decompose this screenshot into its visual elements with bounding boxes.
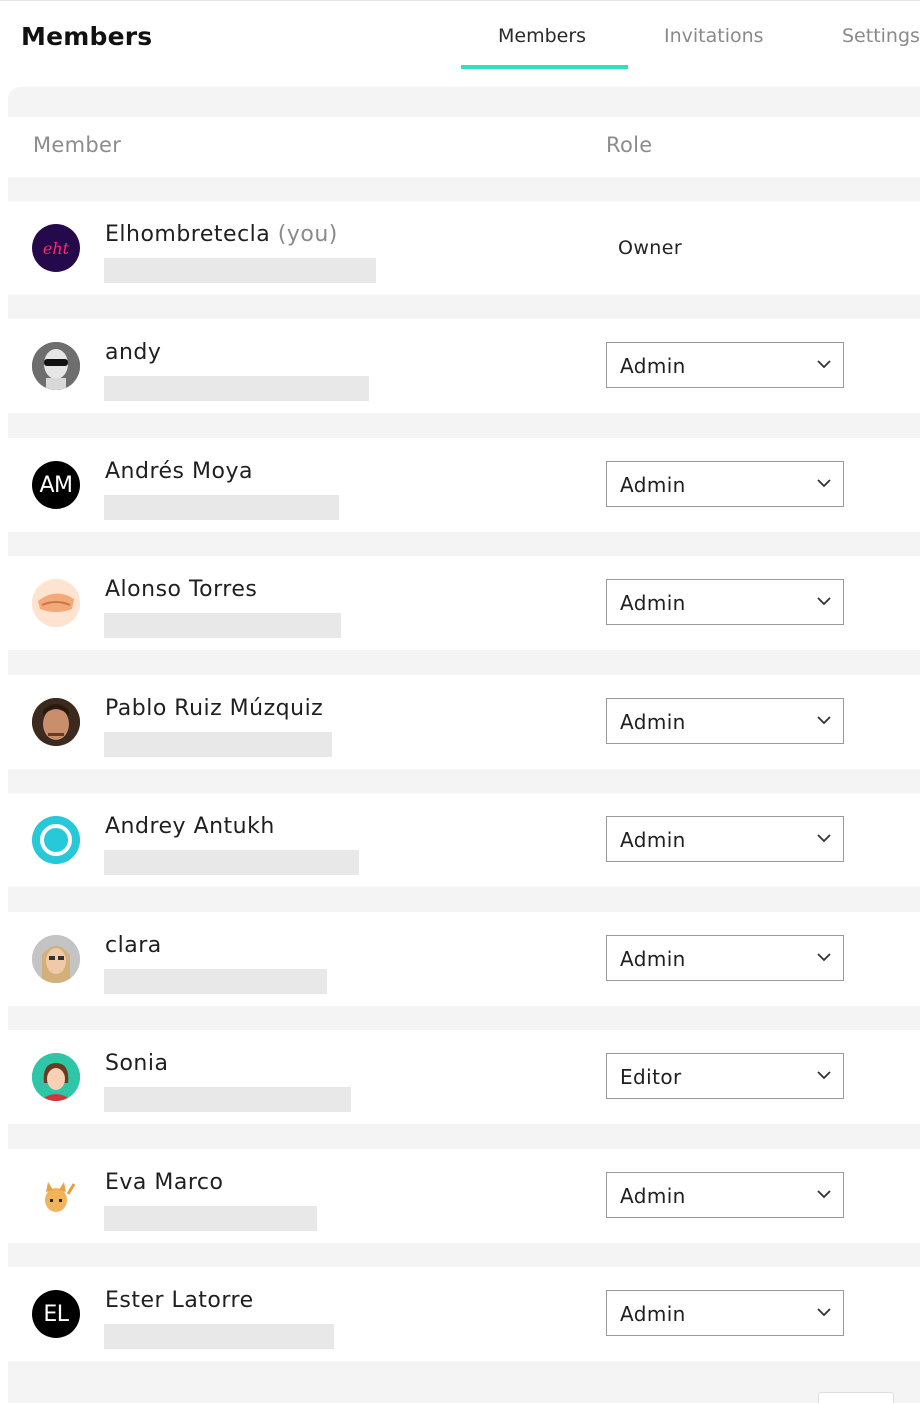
table-row: Pablo Ruiz Múzquiz Admin — [8, 675, 920, 769]
page-title: Members — [21, 22, 153, 51]
chevron-down-icon — [817, 1071, 831, 1080]
table-row: andy Admin — [8, 319, 920, 413]
role-select[interactable]: Admin — [606, 461, 844, 507]
role-select-value: Admin — [620, 828, 686, 852]
member-avatar: eht — [32, 224, 80, 272]
role-select[interactable]: Admin — [606, 816, 844, 862]
partial-element — [818, 1392, 894, 1403]
email-placeholder — [104, 495, 339, 520]
member-name: Andrey Antukh — [105, 814, 275, 839]
member-name: Andrés Moya — [105, 459, 253, 484]
member-avatar: AM — [32, 461, 80, 509]
role-select[interactable]: Admin — [606, 935, 844, 981]
member-name: Elhombretecla (you) — [105, 222, 338, 247]
chevron-down-icon — [817, 479, 831, 488]
active-tab-indicator — [461, 65, 628, 69]
role-select[interactable]: Admin — [606, 342, 844, 388]
member-name: Alonso Torres — [105, 577, 258, 602]
table-row: eht Elhombretecla (you) Owner — [8, 201, 920, 295]
role-select-value: Admin — [620, 354, 686, 378]
tab-members[interactable]: Members — [498, 25, 586, 47]
table-row: EL Ester Latorre Admin — [8, 1267, 920, 1361]
chevron-down-icon — [817, 360, 831, 369]
role-select-value: Admin — [620, 473, 686, 497]
email-placeholder — [104, 1206, 317, 1231]
members-table: Member Role eht Elhombretecla (you) Owne… — [8, 87, 920, 1403]
member-avatar — [32, 579, 80, 627]
member-avatar: EL — [32, 1290, 80, 1338]
chevron-down-icon — [817, 953, 831, 962]
role-select-value: Admin — [620, 1302, 686, 1326]
role-select-value: Admin — [620, 1184, 686, 1208]
table-row: Alonso Torres Admin — [8, 556, 920, 650]
member-avatar — [32, 935, 80, 983]
role-select[interactable]: Admin — [606, 579, 844, 625]
table-row: clara Admin — [8, 912, 920, 1006]
chevron-down-icon — [817, 716, 831, 725]
chevron-down-icon — [817, 1308, 831, 1317]
svg-text:eht: eht — [43, 239, 70, 258]
email-placeholder — [104, 850, 359, 875]
chevron-down-icon — [817, 597, 831, 606]
member-avatar — [32, 1053, 80, 1101]
chevron-down-icon — [817, 1190, 831, 1199]
member-avatar — [32, 816, 80, 864]
email-placeholder — [104, 376, 369, 401]
member-avatar — [32, 1172, 80, 1220]
email-placeholder — [104, 732, 332, 757]
email-placeholder — [104, 969, 327, 994]
top-divider — [0, 0, 920, 1]
email-placeholder — [104, 1324, 334, 1349]
column-header-role: Role — [606, 133, 653, 157]
member-avatar — [32, 342, 80, 390]
role-select-value: Admin — [620, 591, 686, 615]
role-select-value: Editor — [620, 1065, 682, 1089]
member-avatar — [32, 698, 80, 746]
role-label: Owner — [618, 237, 683, 259]
chevron-down-icon — [817, 834, 831, 843]
role-select[interactable]: Admin — [606, 1172, 844, 1218]
member-name: Eva Marco — [105, 1170, 224, 1195]
role-select[interactable]: Editor — [606, 1053, 844, 1099]
you-label: (you) — [277, 222, 338, 247]
tab-invitations[interactable]: Invitations — [664, 25, 764, 47]
table-row: Eva Marco Admin — [8, 1149, 920, 1243]
member-name: Ester Latorre — [105, 1288, 254, 1313]
table-row: Andrey Antukh Admin — [8, 793, 920, 887]
email-placeholder — [104, 1087, 351, 1112]
role-select[interactable]: Admin — [606, 698, 844, 744]
table-row: AM Andrés Moya Admin — [8, 438, 920, 532]
table-row: Sonia Editor — [8, 1030, 920, 1124]
role-select[interactable]: Admin — [606, 1290, 844, 1336]
role-select-value: Admin — [620, 947, 686, 971]
tab-settings[interactable]: Settings — [842, 25, 920, 47]
email-placeholder — [104, 258, 376, 283]
email-placeholder — [104, 613, 341, 638]
member-name: Pablo Ruiz Múzquiz — [105, 696, 324, 721]
role-select-value: Admin — [620, 710, 686, 734]
member-name: clara — [105, 933, 162, 958]
member-name: andy — [105, 340, 162, 365]
table-header: Member Role — [8, 117, 920, 177]
member-name: Sonia — [105, 1051, 169, 1076]
column-header-member: Member — [33, 133, 122, 157]
